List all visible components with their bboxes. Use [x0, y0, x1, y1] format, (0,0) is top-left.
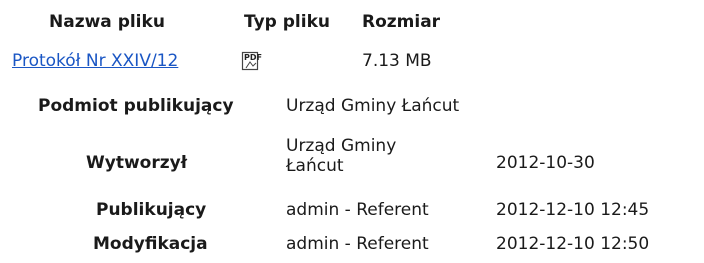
created-by-line-1: Urząd Gminy — [286, 136, 397, 156]
publisher-label: Podmiot publikujący — [38, 96, 234, 116]
file-download-link[interactable]: Protokół Nr XXIV/12 — [12, 51, 178, 71]
modified-label: Modyfikacja — [93, 234, 208, 254]
column-header-file-type: Typ pliku — [244, 12, 330, 32]
column-header-file-name: Nazwa pliku — [49, 12, 165, 32]
file-size: 7.13 MB — [362, 51, 432, 71]
pdf-icon-text: PDF — [244, 53, 262, 62]
modified-by-value: admin - Referent — [286, 234, 429, 254]
published-by-value: admin - Referent — [286, 200, 429, 220]
created-by-value: Urząd Gminy Łańcut — [286, 136, 476, 176]
published-date: 2012-12-10 12:45 — [496, 200, 650, 220]
published-label: Publikujący — [96, 200, 207, 220]
modified-date: 2012-12-10 12:50 — [496, 234, 650, 254]
created-label: Wytworzył — [86, 153, 188, 173]
created-by-line-2: Łańcut — [286, 156, 344, 176]
created-date: 2012-10-30 — [496, 153, 595, 173]
publisher-value: Urząd Gminy Łańcut — [286, 96, 460, 116]
column-header-file-size: Rozmiar — [362, 12, 441, 32]
pdf-file-icon: PDF — [241, 49, 267, 76]
